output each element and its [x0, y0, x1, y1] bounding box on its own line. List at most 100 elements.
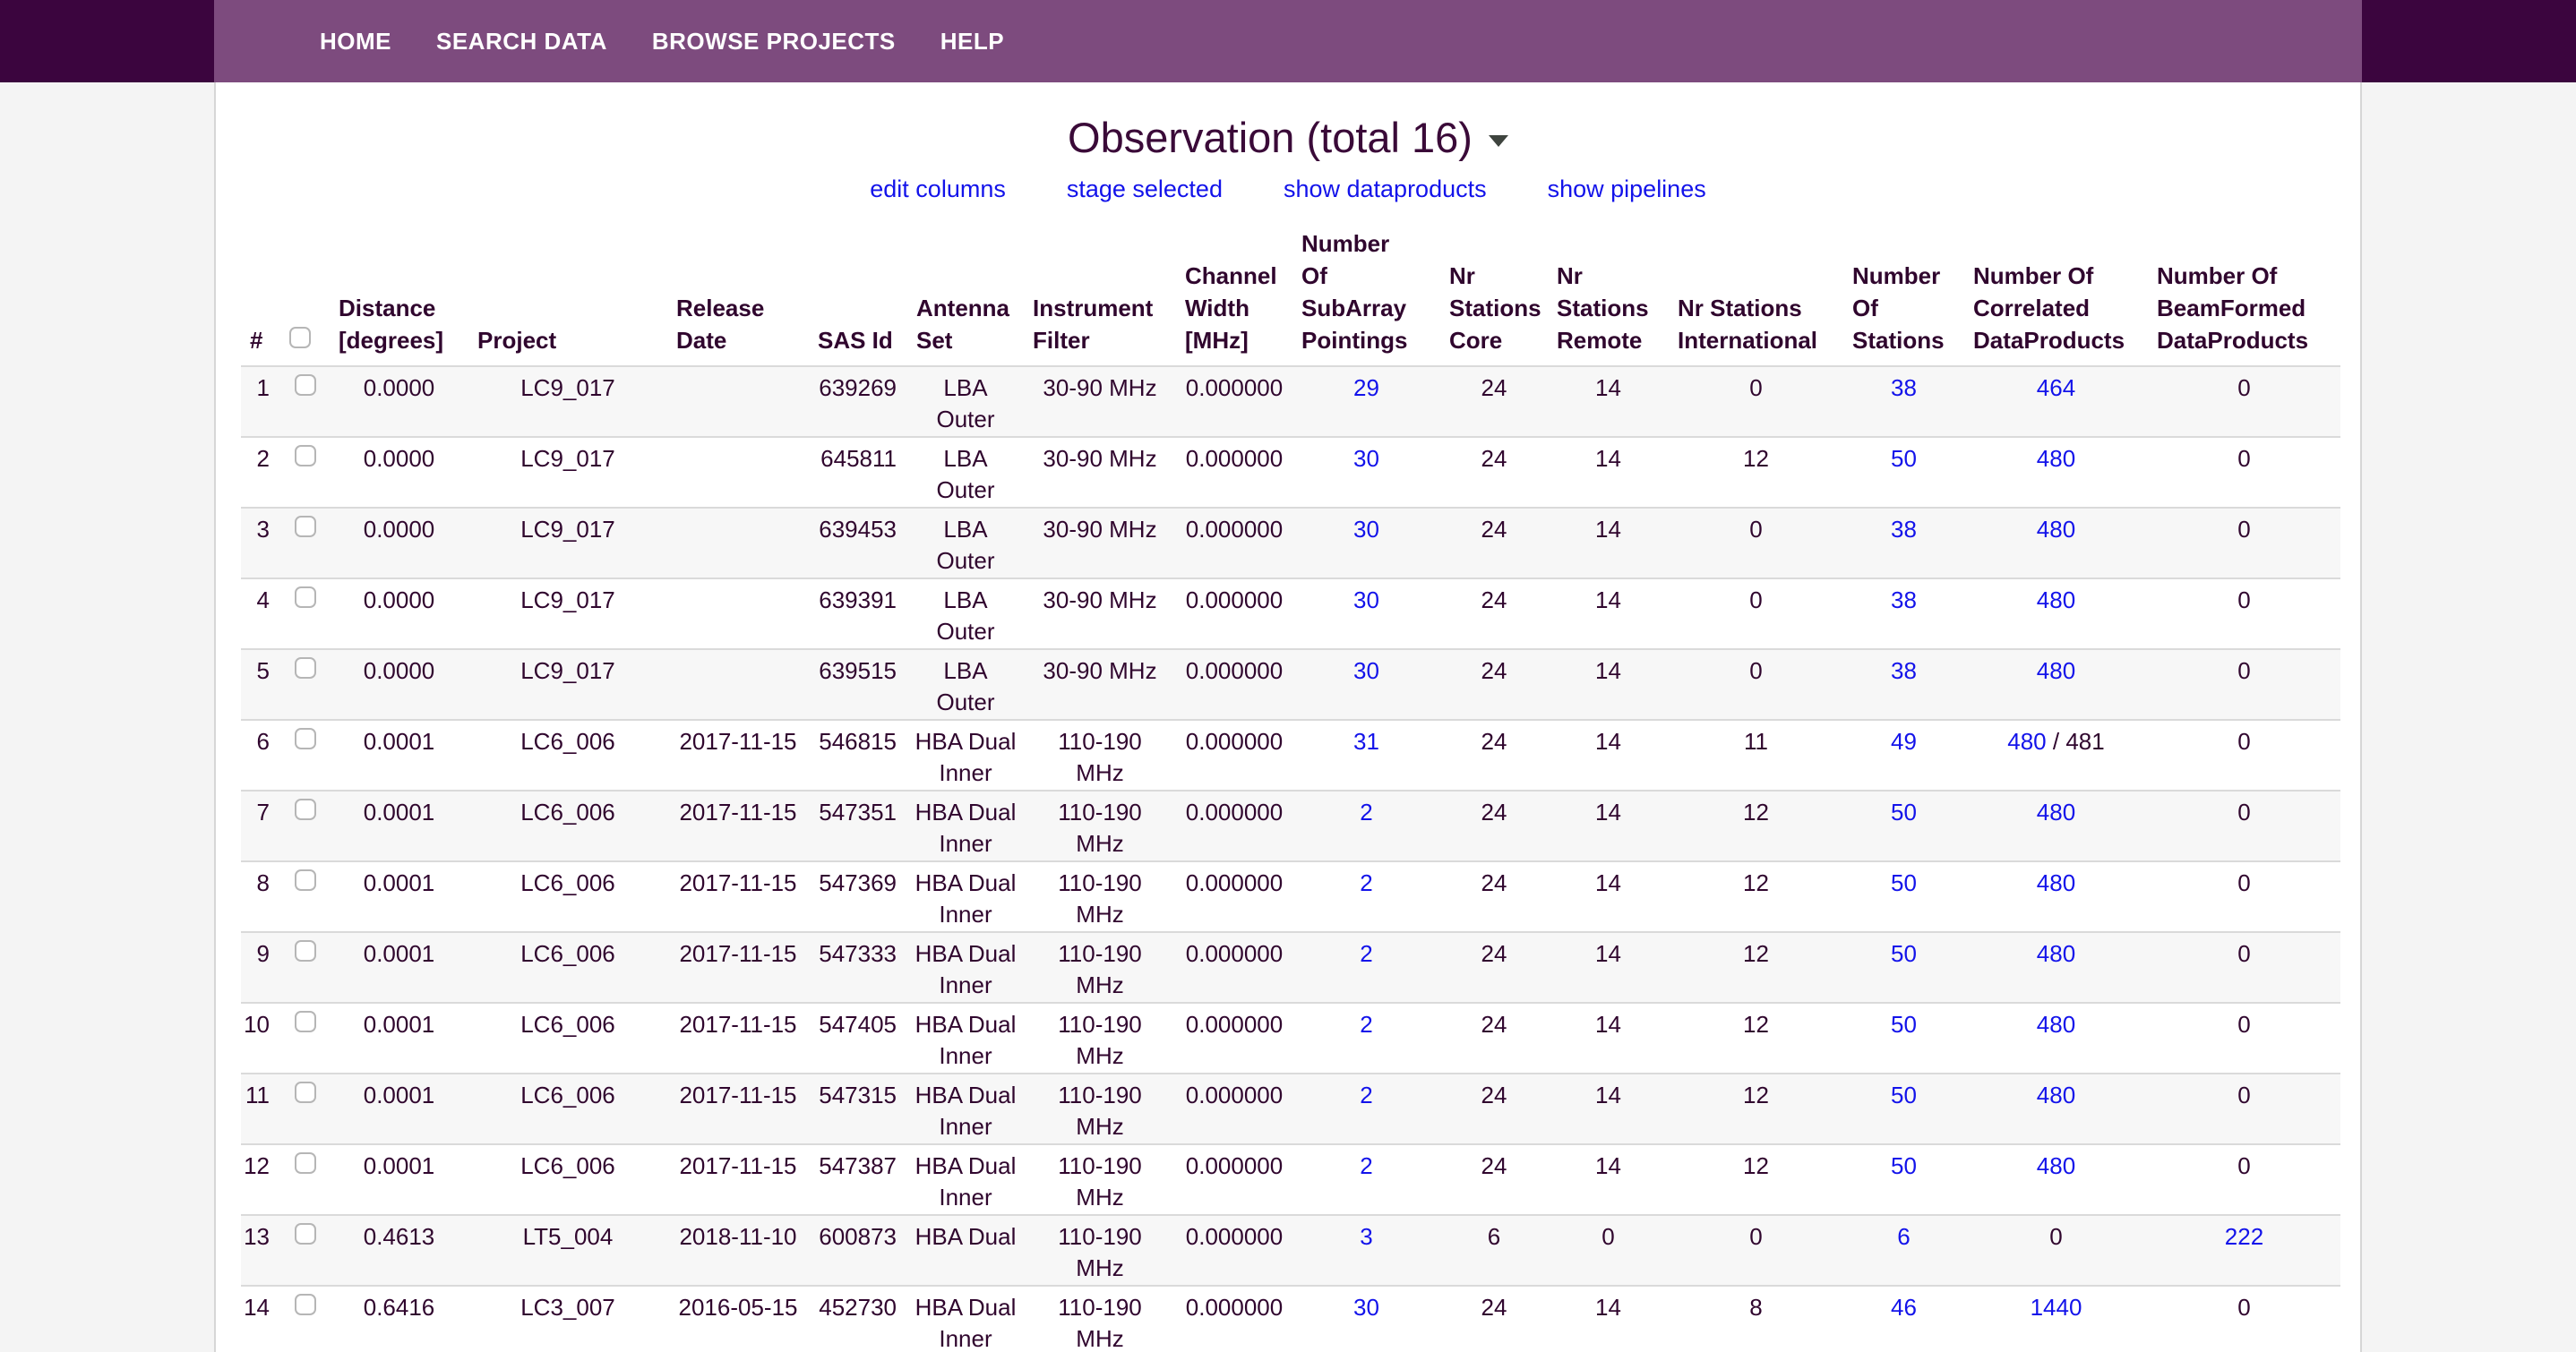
cell-release_date: [667, 649, 809, 720]
correlated-link[interactable]: 480: [2007, 728, 2046, 755]
cell-beamformed: 0: [2148, 861, 2340, 932]
action-show-dataproducts[interactable]: show dataproducts: [1284, 172, 1487, 206]
cell-project: LC6_006: [468, 1074, 667, 1144]
stations-link[interactable]: 38: [1891, 516, 1917, 543]
select-all-checkbox[interactable]: [289, 327, 311, 348]
row-checkbox[interactable]: [295, 1082, 316, 1103]
cell-remote: 14: [1548, 932, 1669, 1003]
action-links: edit columns stage selected show dataprodu…: [216, 172, 2360, 206]
header-core: Nr Stations Core: [1440, 226, 1548, 366]
row-checkbox[interactable]: [295, 1152, 316, 1174]
cell-release_date: 2016-05-15: [667, 1286, 809, 1352]
stations-link[interactable]: 50: [1891, 445, 1917, 472]
action-show-pipelines[interactable]: show pipelines: [1548, 172, 1706, 206]
nav-search-data[interactable]: SEARCH DATA: [436, 28, 607, 56]
cell-distance: 0.0001: [330, 720, 468, 791]
pointings-link[interactable]: 30: [1353, 586, 1379, 613]
stations-link[interactable]: 50: [1891, 799, 1917, 826]
row-checkbox[interactable]: [295, 728, 316, 749]
cell-remote: 14: [1548, 720, 1669, 791]
cell-distance: 0.0001: [330, 1003, 468, 1074]
title-dropdown-caret[interactable]: [1489, 135, 1508, 147]
cell-international: 12: [1669, 1144, 1843, 1215]
stations-link[interactable]: 50: [1891, 1011, 1917, 1038]
stations-link[interactable]: 49: [1891, 728, 1917, 755]
cell-instrument_filter: 30-90 MHz: [1024, 649, 1176, 720]
correlated-link[interactable]: 480: [2037, 869, 2075, 896]
header-instrument_filter: Instrument Filter: [1024, 226, 1176, 366]
correlated-link[interactable]: 480: [2037, 799, 2075, 826]
row-checkbox[interactable]: [295, 799, 316, 820]
cell-project: LC6_006: [468, 1144, 667, 1215]
cell-checkbox: [280, 1074, 330, 1144]
pointings-link[interactable]: 29: [1353, 374, 1379, 401]
correlated-link[interactable]: 480: [2037, 1152, 2075, 1179]
correlated-link[interactable]: 480: [2037, 586, 2075, 613]
cell-distance: 0.0000: [330, 366, 468, 437]
pointings-link[interactable]: 30: [1353, 1294, 1379, 1321]
table-row: 90.0001LC6_0062017-11-15547333HBA Dual I…: [241, 932, 2340, 1003]
cell-checkbox: [280, 437, 330, 508]
cell-project: LT5_004: [468, 1215, 667, 1286]
cell-checkbox: [280, 508, 330, 578]
nav-home[interactable]: HOME: [320, 28, 391, 56]
beamformed-link[interactable]: 222: [2225, 1223, 2263, 1250]
pointings-link[interactable]: 30: [1353, 516, 1379, 543]
correlated-link[interactable]: 480: [2037, 445, 2075, 472]
pointings-link[interactable]: 30: [1353, 445, 1379, 472]
action-edit-columns[interactable]: edit columns: [870, 172, 1006, 206]
stations-link[interactable]: 50: [1891, 940, 1917, 967]
cell-distance: 0.0000: [330, 649, 468, 720]
pointings-link[interactable]: 31: [1353, 728, 1379, 755]
cell-pointings: 30: [1292, 437, 1440, 508]
cell-antenna_set: HBA Dual Inner: [907, 932, 1024, 1003]
stations-link[interactable]: 38: [1891, 586, 1917, 613]
stations-link[interactable]: 46: [1891, 1294, 1917, 1321]
stations-link[interactable]: 50: [1891, 869, 1917, 896]
cell-channel_width: 0.000000: [1176, 1215, 1292, 1286]
row-checkbox[interactable]: [295, 586, 316, 608]
action-stage-selected[interactable]: stage selected: [1067, 172, 1223, 206]
cell-release_date: 2017-11-15: [667, 932, 809, 1003]
row-checkbox[interactable]: [295, 1011, 316, 1032]
cell-stations: 6: [1843, 1215, 1964, 1286]
nav-help[interactable]: HELP: [940, 28, 1004, 56]
row-checkbox[interactable]: [295, 940, 316, 962]
correlated-link[interactable]: 464: [2037, 374, 2075, 401]
row-checkbox[interactable]: [295, 657, 316, 679]
cell-instrument_filter: 110-190 MHz: [1024, 932, 1176, 1003]
row-checkbox[interactable]: [295, 374, 316, 396]
stations-link[interactable]: 50: [1891, 1082, 1917, 1108]
correlated-link[interactable]: 480: [2037, 657, 2075, 684]
pointings-link[interactable]: 2: [1360, 1082, 1372, 1108]
row-checkbox[interactable]: [295, 445, 316, 466]
pointings-link[interactable]: 2: [1360, 1011, 1372, 1038]
stations-link[interactable]: 38: [1891, 374, 1917, 401]
pointings-link[interactable]: 3: [1360, 1223, 1372, 1250]
nav-browse-projects[interactable]: BROWSE PROJECTS: [652, 28, 896, 56]
pointings-link[interactable]: 30: [1353, 657, 1379, 684]
row-checkbox[interactable]: [295, 516, 316, 537]
row-checkbox[interactable]: [295, 1223, 316, 1245]
stations-link[interactable]: 38: [1891, 657, 1917, 684]
row-checkbox[interactable]: [295, 1294, 316, 1315]
pointings-link[interactable]: 2: [1360, 1152, 1372, 1179]
cell-checkbox: [280, 366, 330, 437]
cell-remote: 14: [1548, 366, 1669, 437]
correlated-link[interactable]: 480: [2037, 1011, 2075, 1038]
pointings-link[interactable]: 2: [1360, 799, 1372, 826]
correlated-link[interactable]: 480: [2037, 1082, 2075, 1108]
correlated-link[interactable]: 1440: [2031, 1294, 2082, 1321]
pointings-link[interactable]: 2: [1360, 869, 1372, 896]
stations-link[interactable]: 6: [1897, 1223, 1910, 1250]
cell-checkbox: [280, 1144, 330, 1215]
cell-pointings: 2: [1292, 1003, 1440, 1074]
stations-link[interactable]: 50: [1891, 1152, 1917, 1179]
pointings-link[interactable]: 2: [1360, 940, 1372, 967]
cell-release_date: [667, 437, 809, 508]
cell-beamformed: 0: [2148, 1003, 2340, 1074]
correlated-link[interactable]: 480: [2037, 940, 2075, 967]
cell-channel_width: 0.000000: [1176, 437, 1292, 508]
row-checkbox[interactable]: [295, 869, 316, 891]
correlated-link[interactable]: 480: [2037, 516, 2075, 543]
